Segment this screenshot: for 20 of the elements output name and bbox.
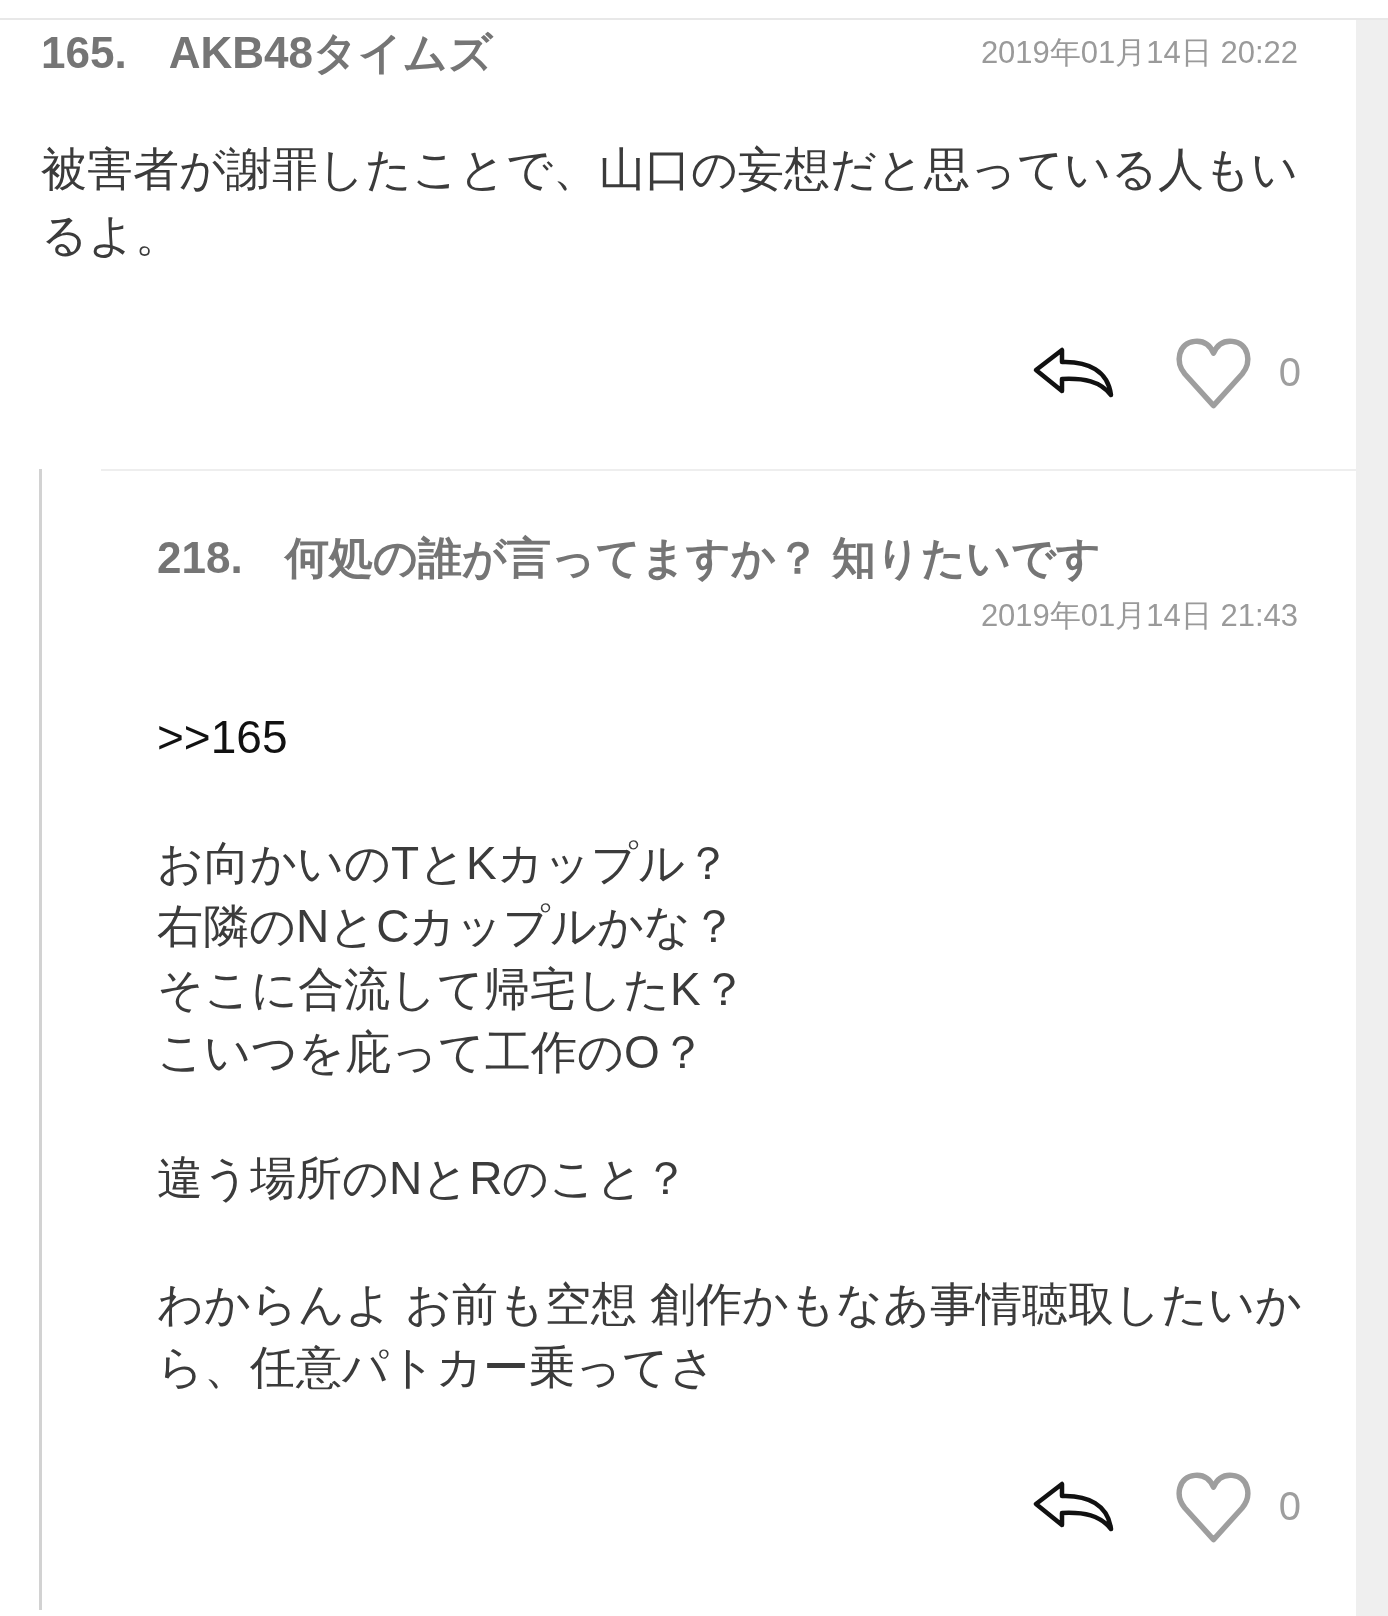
reply-button[interactable] [1031, 345, 1114, 399]
comment-line: 右隣のNとCカップルかな？ [157, 899, 738, 954]
comment-line: こいつを庇って工作のO？ [157, 1025, 706, 1080]
comment-title: AKB48タイムズ [168, 27, 493, 79]
like-count: 0 [1278, 1483, 1301, 1529]
comment-text: 被害者が謝罪したことで、山口の妄想だと思っている人もいるよ。 [41, 142, 1299, 263]
comment-number: 218. [157, 532, 243, 584]
anchor-link[interactable]: >>165 [157, 706, 288, 769]
comment-title: 何処の誰が言ってますか？ 知りたいです [284, 532, 1101, 584]
like-count: 0 [1278, 349, 1301, 395]
comment-text: 違う場所のNとRのこと？ [157, 1151, 691, 1206]
reply-button[interactable] [1031, 1479, 1114, 1533]
reply-arrow-icon [1031, 1479, 1114, 1533]
comment-line: お向かいのTとKカップル？ [157, 836, 731, 891]
comment-date: 2019年01月14日 20:22 [980, 33, 1298, 72]
comment-number: 165. [41, 27, 127, 79]
comment-text: わからんよ お前も空想 創作かもなあ事情聴取したいから、任意パトカー乗ってさ [157, 1277, 1303, 1395]
reply-arrow-icon [1031, 345, 1114, 399]
comment-date: 2019年01月14日 21:43 [980, 597, 1298, 635]
comment-line: そこに合流して帰宅したK？ [157, 962, 747, 1017]
